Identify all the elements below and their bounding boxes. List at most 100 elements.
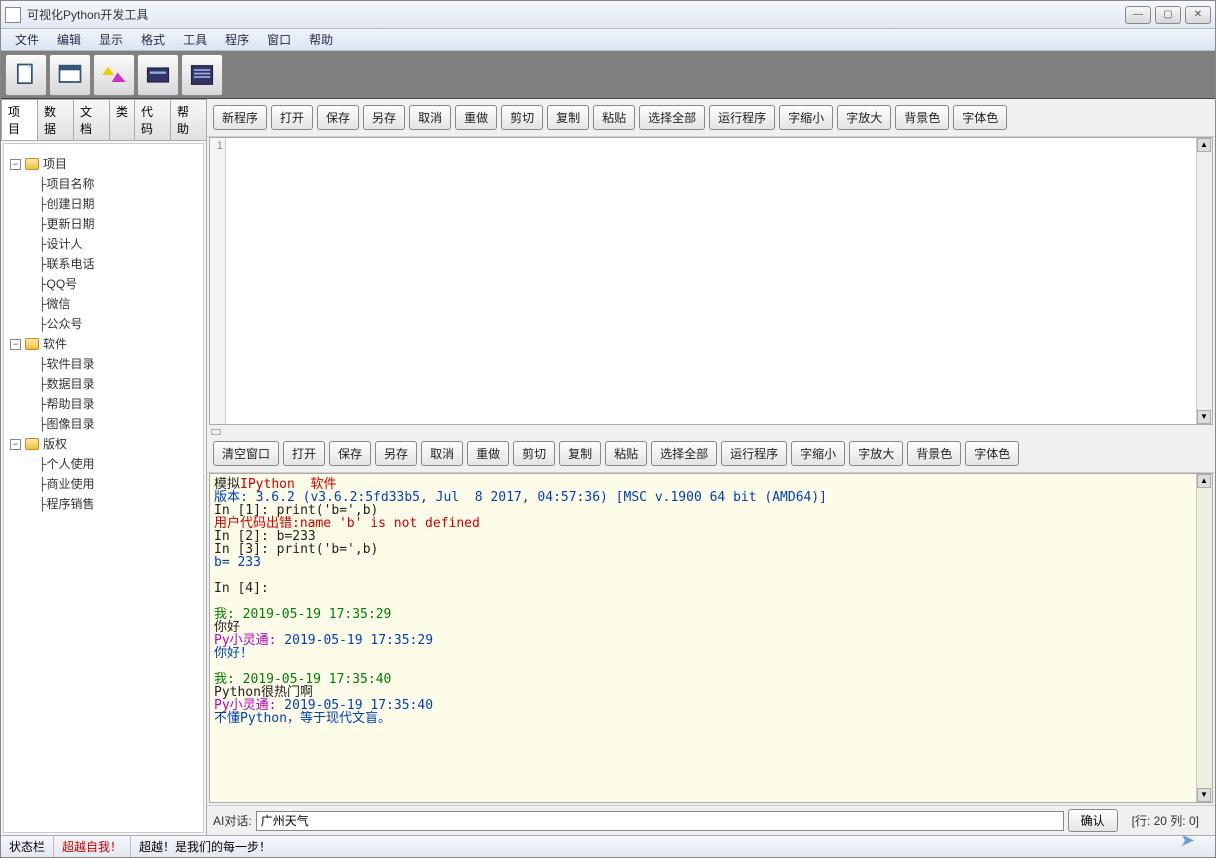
btn-bgcolor[interactable]: 背景色	[907, 441, 961, 466]
sidetab-doc[interactable]: 文档	[73, 99, 110, 140]
btn-saveas[interactable]: 另存	[363, 105, 405, 130]
btn-copy[interactable]: 复制	[559, 441, 601, 466]
btn-undo[interactable]: 取消	[409, 105, 451, 130]
btn-paste[interactable]: 粘贴	[593, 105, 635, 130]
editor-gutter: 1	[210, 138, 226, 424]
tree-leaf[interactable]: ├项目名称	[10, 174, 197, 194]
toolbar-list-icon[interactable]	[181, 54, 223, 96]
ai-chat-row: AI对话: 确认 [行: 20 列: 0]	[207, 805, 1215, 835]
status-slogan: 超越自我！	[54, 836, 131, 857]
splitter[interactable]	[207, 427, 1215, 435]
btn-run[interactable]: 运行程序	[721, 441, 787, 466]
sidetab-project[interactable]: 项目	[1, 99, 38, 140]
tree-leaf[interactable]: ├数据目录	[10, 374, 197, 394]
menubar: 文件 编辑 显示 格式 工具 程序 窗口 帮助	[1, 29, 1215, 51]
tree-node-project[interactable]: −项目	[10, 154, 197, 174]
editor-body[interactable]	[226, 138, 1196, 424]
minimize-button[interactable]: —	[1125, 6, 1151, 24]
btn-redo[interactable]: 重做	[455, 105, 497, 130]
btn-new[interactable]: 新程序	[213, 105, 267, 130]
tree-leaf[interactable]: ├图像目录	[10, 414, 197, 434]
tree-leaf[interactable]: ├QQ号	[10, 274, 197, 294]
expander-icon[interactable]: −	[10, 339, 21, 350]
btn-cut[interactable]: 剪切	[513, 441, 555, 466]
console-scrollbar[interactable]: ▲▼	[1196, 474, 1212, 802]
btn-save[interactable]: 保存	[329, 441, 371, 466]
main-area: 新程序 打开 保存 另存 取消 重做 剪切 复制 粘贴 选择全部 运行程序 字缩…	[207, 99, 1215, 835]
sidebar-tabs: 项目 数据 文档 类 代码 帮助	[1, 99, 206, 141]
btn-paste[interactable]: 粘贴	[605, 441, 647, 466]
scroll-down-icon[interactable]: ▼	[1197, 788, 1211, 802]
btn-saveas[interactable]: 另存	[375, 441, 417, 466]
toolbar-new-icon[interactable]	[5, 54, 47, 96]
toolbar-panel-icon[interactable]	[137, 54, 179, 96]
btn-save[interactable]: 保存	[317, 105, 359, 130]
expander-icon[interactable]: −	[10, 159, 21, 170]
code-editor[interactable]: 1 ▲▼	[209, 137, 1213, 425]
sidetab-help[interactable]: 帮助	[170, 99, 207, 140]
editor-scrollbar[interactable]: ▲▼	[1196, 138, 1212, 424]
ai-input[interactable]	[256, 811, 1064, 831]
btn-bgcolor[interactable]: 背景色	[895, 105, 949, 130]
editor-toolbar: 新程序 打开 保存 另存 取消 重做 剪切 复制 粘贴 选择全部 运行程序 字缩…	[207, 99, 1215, 137]
btn-undo[interactable]: 取消	[421, 441, 463, 466]
console: 模拟IPython 软件 版本: 3.6.2 (v3.6.2:5fd33b5, …	[209, 473, 1213, 803]
menu-view[interactable]: 显示	[91, 29, 131, 50]
console-output[interactable]: 模拟IPython 软件 版本: 3.6.2 (v3.6.2:5fd33b5, …	[210, 474, 1196, 802]
btn-copy[interactable]: 复制	[547, 105, 589, 130]
tree-leaf[interactable]: ├个人使用	[10, 454, 197, 474]
tree-leaf[interactable]: ├软件目录	[10, 354, 197, 374]
sidebar: 项目 数据 文档 类 代码 帮助 −项目 ├项目名称 ├创建日期 ├更新日期 ├…	[1, 99, 207, 835]
scroll-up-icon[interactable]: ▲	[1197, 474, 1211, 488]
btn-fontlarger[interactable]: 字放大	[849, 441, 903, 466]
btn-fontsmaller[interactable]: 字缩小	[791, 441, 845, 466]
tree-node-software[interactable]: −软件	[10, 334, 197, 354]
tree-leaf[interactable]: ├公众号	[10, 314, 197, 334]
toolbar-window-icon[interactable]	[49, 54, 91, 96]
main-toolbar	[1, 51, 1215, 99]
tree-leaf[interactable]: ├联系电话	[10, 254, 197, 274]
sidetab-data[interactable]: 数据	[37, 99, 74, 140]
btn-fgcolor[interactable]: 字体色	[965, 441, 1019, 466]
tree-leaf[interactable]: ├设计人	[10, 234, 197, 254]
tree-leaf[interactable]: ├程序销售	[10, 494, 197, 514]
tree-leaf[interactable]: ├微信	[10, 294, 197, 314]
sidetab-code[interactable]: 代码	[134, 99, 171, 140]
btn-open[interactable]: 打开	[283, 441, 325, 466]
scroll-down-icon[interactable]: ▼	[1197, 410, 1211, 424]
btn-open[interactable]: 打开	[271, 105, 313, 130]
toolbar-shapes-icon[interactable]	[93, 54, 135, 96]
tree-node-copyright[interactable]: −版权	[10, 434, 197, 454]
btn-cut[interactable]: 剪切	[501, 105, 543, 130]
btn-fgcolor[interactable]: 字体色	[953, 105, 1007, 130]
menu-file[interactable]: 文件	[7, 29, 47, 50]
window-title: 可视化Python开发工具	[27, 6, 1125, 23]
menu-tools[interactable]: 工具	[175, 29, 215, 50]
scroll-up-icon[interactable]: ▲	[1197, 138, 1211, 152]
sidetab-class[interactable]: 类	[109, 99, 135, 140]
btn-clear[interactable]: 清空窗口	[213, 441, 279, 466]
maximize-button[interactable]: ▢	[1155, 6, 1181, 24]
status-message: 超越！是我们的每一步！	[131, 836, 1215, 857]
btn-redo[interactable]: 重做	[467, 441, 509, 466]
menu-edit[interactable]: 编辑	[49, 29, 89, 50]
close-button[interactable]: ✕	[1185, 6, 1211, 24]
menu-window[interactable]: 窗口	[259, 29, 299, 50]
expander-icon[interactable]: −	[10, 439, 21, 450]
status-label: 状态栏	[1, 836, 54, 857]
menu-format[interactable]: 格式	[133, 29, 173, 50]
project-tree[interactable]: −项目 ├项目名称 ├创建日期 ├更新日期 ├设计人 ├联系电话 ├QQ号 ├微…	[3, 143, 204, 833]
btn-selectall[interactable]: 选择全部	[651, 441, 717, 466]
btn-selectall[interactable]: 选择全部	[639, 105, 705, 130]
tree-leaf[interactable]: ├帮助目录	[10, 394, 197, 414]
btn-run[interactable]: 运行程序	[709, 105, 775, 130]
tree-leaf[interactable]: ├更新日期	[10, 214, 197, 234]
btn-fontsmaller[interactable]: 字缩小	[779, 105, 833, 130]
menu-program[interactable]: 程序	[217, 29, 257, 50]
menu-help[interactable]: 帮助	[301, 29, 341, 50]
btn-fontlarger[interactable]: 字放大	[837, 105, 891, 130]
titlebar: 可视化Python开发工具 — ▢ ✕	[1, 1, 1215, 29]
tree-leaf[interactable]: ├商业使用	[10, 474, 197, 494]
ai-confirm-button[interactable]: 确认	[1068, 809, 1118, 832]
tree-leaf[interactable]: ├创建日期	[10, 194, 197, 214]
